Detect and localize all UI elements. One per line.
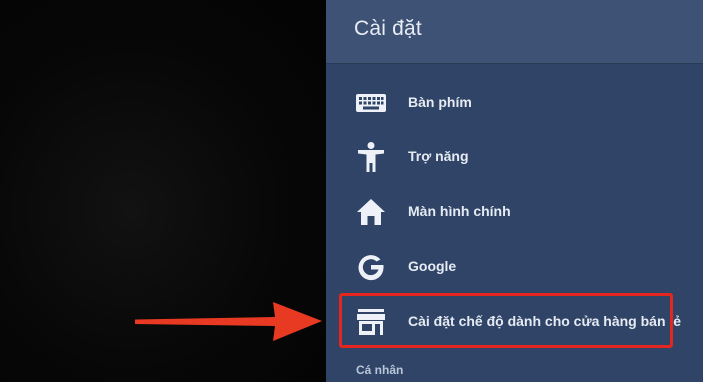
keyboard-icon [354,87,388,119]
section-header-personal: Cá nhân [356,363,404,377]
menu-label-accessibility: Trợ năng [408,148,469,164]
tv-screen: Cài đặt Bàn phím Trợ năng Màn hình chính… [0,0,703,382]
pointer-arrow-icon [133,298,325,344]
menu-item-accessibility[interactable]: Trợ năng [326,130,703,184]
menu-item-home-screen[interactable]: Màn hình chính [326,185,703,239]
google-icon [354,251,388,283]
menu-item-keyboard[interactable]: Bàn phím [326,76,703,130]
settings-title: Cài đặt [354,17,422,40]
menu-label-keyboard: Bàn phím [408,94,472,110]
menu-label-google: Google [408,258,457,274]
menu-item-google[interactable]: Google [326,240,703,294]
settings-header: Cài đặt [326,0,703,64]
menu-label-home-screen: Màn hình chính [408,203,511,219]
accessibility-icon [354,141,388,173]
home-icon [354,196,388,228]
highlight-box [339,293,673,348]
